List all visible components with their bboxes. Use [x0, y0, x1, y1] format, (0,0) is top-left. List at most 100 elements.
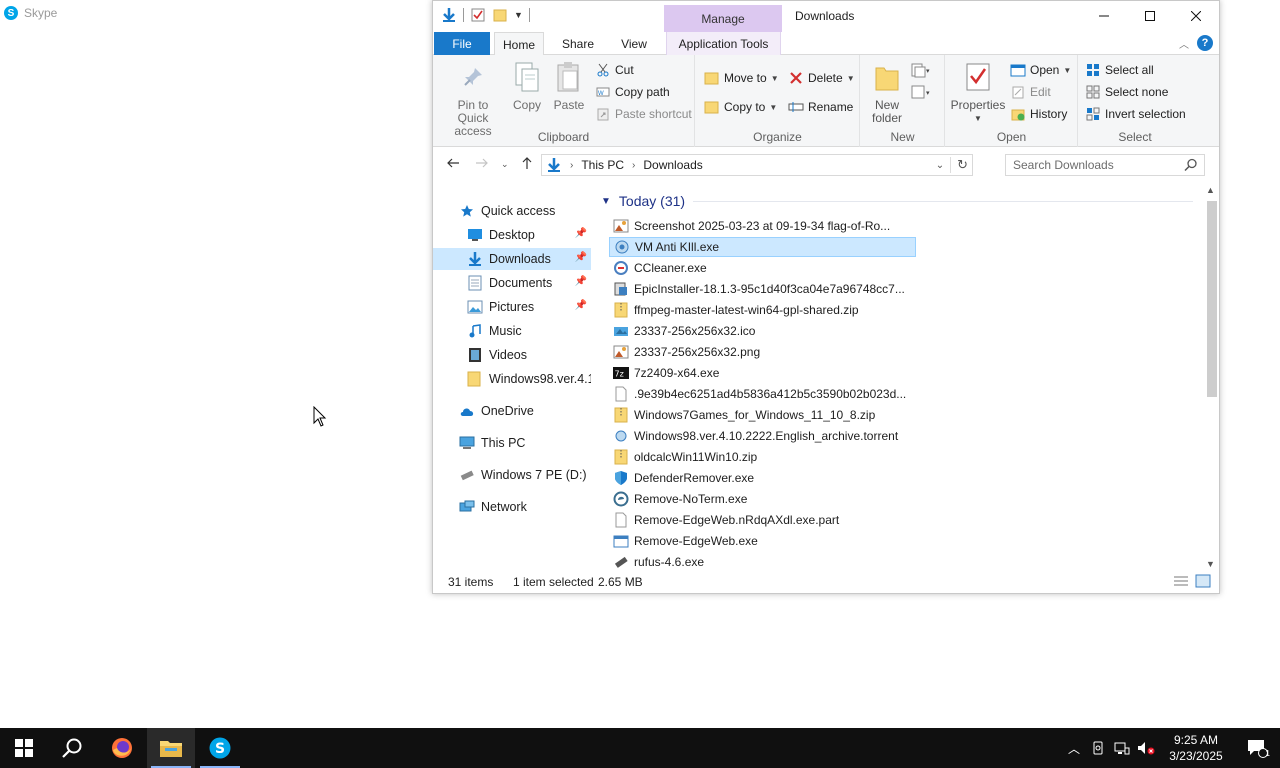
cut-button[interactable]: Cut	[595, 60, 634, 80]
tab-file[interactable]: File	[434, 32, 490, 55]
up-button[interactable]	[520, 156, 534, 173]
file-row[interactable]: oldcalcWin11Win10.zip	[609, 447, 916, 467]
invert-selection-button[interactable]: Invert selection	[1085, 104, 1186, 124]
copy-to-button[interactable]: Copy to ▼	[704, 97, 777, 117]
mouse-cursor-icon	[313, 406, 327, 427]
file-row[interactable]: rufus-4.6.exe	[609, 552, 916, 572]
properties-icon[interactable]	[470, 7, 486, 23]
group-header-today[interactable]: ▼ Today (31)	[601, 193, 1194, 209]
skype-window-title[interactable]: S Skype	[4, 4, 57, 22]
nav-item-desktop[interactable]: Desktop 📌	[433, 224, 591, 246]
file-row[interactable]: Windows7Games_for_Windows_11_10_8.zip	[609, 405, 916, 425]
address-bar[interactable]: › This PC › Downloads ⌄ ↻	[541, 154, 973, 176]
file-name: VM Anti KIll.exe	[635, 240, 720, 254]
file-row[interactable]: Screenshot 2025-03-23 at 09-19-34 flag-o…	[609, 216, 916, 236]
7zip-icon: 7z	[613, 365, 629, 381]
help-icon[interactable]: ?	[1197, 35, 1213, 51]
paste-shortcut-button[interactable]: Paste shortcut	[595, 104, 692, 124]
file-row[interactable]: Windows98.ver.4.10.2222.English_archive.…	[609, 426, 916, 446]
new-folder-icon[interactable]	[492, 7, 508, 23]
clock[interactable]: 9:25 AM 3/23/2025	[1158, 732, 1234, 764]
nav-item-documents[interactable]: Documents 📌	[433, 272, 591, 294]
back-button[interactable]	[446, 156, 460, 173]
nav-network-label: Network	[481, 500, 527, 514]
volume-muted-icon[interactable]	[1134, 728, 1158, 768]
start-button[interactable]	[0, 728, 48, 768]
move-to-icon	[704, 70, 720, 86]
skype-taskbar-button[interactable]: S	[196, 728, 244, 768]
file-row[interactable]: CCleaner.exe	[609, 258, 916, 278]
tab-application-tools[interactable]: Application Tools	[666, 32, 781, 55]
file-row[interactable]: ffmpeg-master-latest-win64-gpl-shared.zi…	[609, 300, 916, 320]
file-row[interactable]: EpicInstaller-18.1.3-95c1d40f3ca04e7a967…	[609, 279, 916, 299]
nav-item-videos[interactable]: Videos	[433, 344, 591, 366]
search-input[interactable]: Search Downloads	[1005, 154, 1205, 176]
select-none-button[interactable]: Select none	[1085, 82, 1168, 102]
recent-locations-icon[interactable]: ⌄	[501, 159, 509, 170]
history-label: History	[1030, 107, 1068, 121]
file-list-scrollbar[interactable]: ▲ ▼	[1205, 185, 1218, 569]
nav-item-music[interactable]: Music	[433, 320, 591, 342]
nav-item-downloads[interactable]: Downloads 📌	[433, 248, 591, 270]
action-center-button[interactable]: 1	[1234, 728, 1280, 768]
nav-drive-d[interactable]: Windows 7 PE (D:)	[433, 464, 591, 486]
maximize-button[interactable]	[1127, 1, 1173, 31]
address-dropdown-icon[interactable]: ⌄	[936, 160, 944, 171]
breadcrumb-separator-icon[interactable]: ›	[632, 160, 635, 171]
file-row[interactable]: 7z 7z2409-x64.exe	[609, 363, 916, 383]
select-all-button[interactable]: Select all	[1085, 60, 1154, 80]
nav-onedrive[interactable]: OneDrive	[433, 400, 591, 422]
history-button[interactable]: History	[1010, 104, 1067, 124]
nav-item-windows98-folder[interactable]: Windows98.ver.4.10	[433, 368, 591, 390]
properties-button[interactable]: Properties ▼	[950, 59, 1006, 125]
copy-button[interactable]: Copy	[509, 59, 545, 112]
tab-share[interactable]: Share	[553, 32, 603, 55]
new-item-icon[interactable]: ▾	[911, 63, 933, 82]
minimize-button[interactable]	[1081, 1, 1127, 31]
forward-button[interactable]	[475, 156, 489, 173]
pin-to-quick-access-button[interactable]: Pin to Quick access	[441, 59, 505, 138]
copy-path-button[interactable]: W Copy path	[595, 82, 670, 102]
open-button[interactable]: Open ▼	[1010, 60, 1071, 80]
large-icons-view-icon[interactable]	[1195, 574, 1211, 588]
qat-dropdown-icon[interactable]: ▼	[514, 10, 523, 20]
rename-button[interactable]: Rename	[788, 97, 853, 117]
breadcrumb-downloads[interactable]: Downloads	[643, 158, 702, 172]
nav-item-label: Videos	[489, 348, 527, 362]
firefox-taskbar-button[interactable]	[98, 728, 146, 768]
edit-button[interactable]: Edit	[1010, 82, 1051, 102]
file-row[interactable]: DefenderRemover.exe	[609, 468, 916, 488]
breadcrumb-separator-icon[interactable]: ›	[570, 160, 573, 171]
details-view-icon[interactable]	[1173, 574, 1189, 588]
paste-button[interactable]: Paste	[551, 59, 587, 112]
search-button[interactable]	[48, 728, 96, 768]
scroll-down-icon[interactable]: ▼	[1206, 559, 1215, 569]
nav-item-pictures[interactable]: Pictures 📌	[433, 296, 591, 318]
scroll-up-icon[interactable]: ▲	[1206, 185, 1215, 195]
nav-quick-access[interactable]: Quick access	[433, 200, 591, 222]
device-icon[interactable]	[1086, 728, 1110, 768]
file-row[interactable]: 23337-256x256x32.png	[609, 342, 916, 362]
refresh-icon[interactable]: ↻	[957, 157, 968, 173]
file-row-selected[interactable]: VM Anti KIll.exe	[609, 237, 916, 257]
easy-access-icon[interactable]: ▾	[911, 85, 933, 104]
tab-home[interactable]: Home	[494, 32, 544, 56]
file-row[interactable]: .9e39b4ec6251ad4b5836a412b5c3590b02b023d…	[609, 384, 916, 404]
file-explorer-taskbar-button[interactable]	[147, 728, 195, 768]
scrollbar-thumb[interactable]	[1207, 201, 1217, 397]
file-row[interactable]: Remove-NoTerm.exe	[609, 489, 916, 509]
file-row[interactable]: Remove-EdgeWeb.nRdqAXdl.exe.part	[609, 510, 916, 530]
nav-this-pc[interactable]: This PC	[433, 432, 591, 454]
network-status-icon[interactable]	[1110, 728, 1134, 768]
file-row[interactable]: 23337-256x256x32.ico	[609, 321, 916, 341]
show-hidden-icons-icon[interactable]: ︿	[1062, 728, 1086, 768]
collapse-ribbon-icon[interactable]: ︿	[1179, 36, 1189, 51]
file-row[interactable]: Remove-EdgeWeb.exe	[609, 531, 916, 551]
breadcrumb-this-pc[interactable]: This PC	[581, 158, 624, 172]
move-to-button[interactable]: Move to ▼	[704, 68, 779, 88]
new-folder-button[interactable]: New folder	[867, 59, 907, 125]
close-button[interactable]	[1173, 1, 1219, 31]
nav-network[interactable]: Network	[433, 496, 591, 518]
tab-view[interactable]: View	[609, 32, 659, 55]
delete-button[interactable]: Delete ▼	[788, 68, 855, 88]
